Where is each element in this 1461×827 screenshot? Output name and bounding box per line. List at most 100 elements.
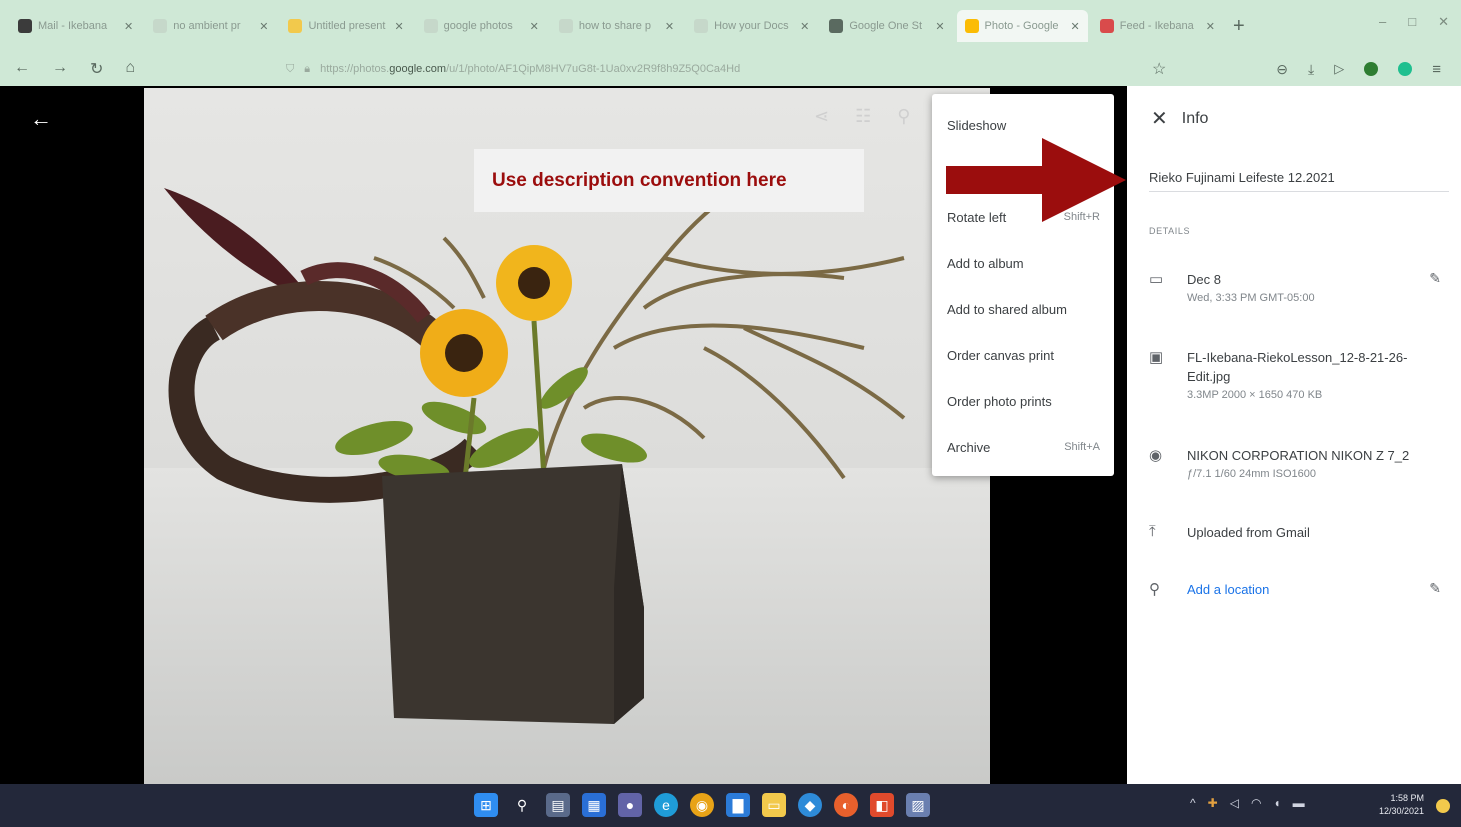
location-row: ⚲ Add a location ✎ [1149,580,1449,599]
widgets-icon[interactable]: ▦ [582,793,606,817]
tab-title: Feed - Ikebana [1119,20,1194,32]
browser-tab[interactable]: no ambient pr ✕ [145,10,276,42]
browser-tab[interactable]: Untitled present ✕ [280,10,411,42]
menu-item-shortcut: Shift+A [1064,441,1100,453]
tab-title: Mail - Ikebana [38,20,108,32]
clock-date: 12/30/2021 [1378,806,1424,816]
minimize-button[interactable]: – [1379,14,1386,30]
address-bar[interactable]: ⛉ 🔒︎ https://photos.google.com/u/1/photo… [286,63,1152,76]
description-field[interactable]: Rieko Fujinami Leifeste 12.2021 [1149,170,1449,192]
menu-item-label: Archive [947,439,991,455]
info-panel: ✕ Info Rieko Fujinami Leifeste 12.2021 D… [1127,86,1461,784]
browser-tab[interactable]: google photos ✕ [416,10,547,42]
browser-tab[interactable]: Mail - Ikebana ✕ [10,10,141,42]
tab-favicon-icon [694,19,709,33]
menu-item[interactable]: Order photo prints [932,378,1114,424]
system-tray: ^ ✚ ◁ ◠ ◖ ▬ [1190,796,1305,810]
details-heading: DETAILS [1149,226,1191,236]
reload-icon[interactable]: ↻ [90,59,103,79]
browser-tab[interactable]: Photo - Google ✕ [956,10,1088,42]
search-icon[interactable]: ⚲ [510,793,534,817]
tab-close-icon[interactable]: ✕ [935,20,944,33]
menu-item[interactable]: Archive Shift+A [932,424,1114,470]
maximize-button[interactable]: □ [1408,14,1416,30]
upload-icon: ⤒ [1149,523,1156,540]
back-icon[interactable]: ← [14,59,30,79]
close-icon[interactable]: ✕ [1151,106,1168,131]
green-extension-icon[interactable] [1364,62,1379,76]
teal-extension-icon[interactable] [1398,62,1413,76]
tab-title: how to share p [578,20,652,32]
menu-item[interactable]: Add to album [932,240,1114,286]
office-icon[interactable]: ◧ [870,793,894,817]
tab-close-icon[interactable]: ✕ [1206,20,1215,33]
menu-item[interactable]: Order canvas print [932,332,1114,378]
browser-tab[interactable]: Feed - Ikebana ✕ [1092,10,1223,42]
adjust-icon[interactable]: ☷ [855,106,871,127]
battery-icon[interactable]: ▬ [1293,796,1305,810]
back-arrow-icon[interactable]: ← [30,106,52,132]
show-hidden-icon[interactable]: ^ [1190,796,1196,810]
firefox-icon[interactable]: ◐ [834,793,858,817]
edit-date-icon[interactable]: ✎ [1429,270,1441,287]
clock-time: 1:58 PM [1390,793,1424,803]
tab-close-icon[interactable]: ✕ [124,20,133,33]
menu-item-label: Add to album [947,255,1024,271]
file-explorer-icon[interactable]: ▭ [762,793,786,817]
close-window-button[interactable]: ✕ [1438,14,1449,30]
start-icon[interactable]: ⊞ [474,793,498,817]
camera-model: NIKON CORPORATION NIKON Z 7_2 [1187,448,1410,463]
tab-close-icon[interactable]: ✕ [259,20,268,33]
file-name: FL-Ikebana-RiekoLesson_12-8-21-26-Edit.j… [1187,350,1408,384]
windows-taskbar: ⊞ ⚲ ▤ ▦ ● e ◉ ▇ ▭ ◆ ◐ ◧ ▨ ^ ✚ ◁ ◠ ◖ ▬ 1:… [0,784,1461,827]
menu-item-label: Slideshow [947,117,1007,133]
tab-title: Photo - Google [984,20,1059,32]
url-host: google.com [389,63,447,75]
tab-favicon-icon [1099,19,1114,33]
pocket-icon[interactable]: ⊖ [1276,61,1288,78]
url-prefix: https://photos. [320,63,390,75]
chrome-icon[interactable]: ◉ [690,793,714,817]
browser-tab[interactable]: how to share p ✕ [551,10,682,42]
menu-icon[interactable]: ≡ [1432,61,1441,78]
edge-icon[interactable]: e [654,793,678,817]
tab-close-icon[interactable]: ✕ [394,20,403,33]
edit-location-icon[interactable]: ✎ [1429,580,1441,597]
tab-close-icon[interactable]: ✕ [530,20,539,33]
tab-close-icon[interactable]: ✕ [1071,20,1080,33]
download-icon[interactable]: ⤓ [1308,61,1314,78]
new-tab-button[interactable]: + [1233,15,1245,38]
add-location-link[interactable]: Add a location [1187,580,1449,599]
notification-icon[interactable] [1436,799,1450,813]
play-extension-icon[interactable]: ▷ [1334,61,1344,77]
volume-icon[interactable]: ◖ [1273,796,1280,810]
tab-favicon-icon [153,19,168,33]
home-icon[interactable]: ⌂ [125,59,135,79]
info-header: ✕ Info [1151,106,1208,131]
share-icon[interactable]: ⋖ [814,106,829,127]
send-icon[interactable]: ◁ [1230,796,1239,810]
bookmark-star-icon[interactable]: ☆ [1152,59,1166,79]
tab-close-icon[interactable]: ✕ [665,20,674,33]
browser-tab[interactable]: How your Docs ✕ [686,10,817,42]
photos-app-icon[interactable]: ▨ [906,793,930,817]
browser-tab[interactable]: Google One St ✕ [821,10,952,42]
url-path: /u/1/photo/AF1QipM8HV7uG8t-1Ua0xv2R9f8h9… [446,63,741,75]
aperture-icon: ◉ [1149,447,1163,464]
tab-favicon-icon [423,19,438,33]
forward-icon[interactable]: → [52,59,68,79]
tab-close-icon[interactable]: ✕ [800,20,809,33]
wifi-icon[interactable]: ◠ [1251,796,1261,810]
calendar-icon: ▭ [1149,271,1164,288]
viewer-toolbar: ⋖ ☷ ⚲ [814,106,910,127]
date-row: ▭ Dec 8 Wed, 3:33 PM GMT-05:00 ✎ [1149,270,1449,308]
store-icon[interactable]: ▇ [726,793,750,817]
maps-icon[interactable]: ◆ [798,793,822,817]
menu-item[interactable]: Add to shared album [932,286,1114,332]
teams-icon[interactable]: ● [618,793,642,817]
tray-app-icon[interactable]: ✚ [1208,796,1218,810]
lock-icon: 🔒︎ [304,62,311,75]
task-view-icon[interactable]: ▤ [546,793,570,817]
zoom-icon[interactable]: ⚲ [897,106,910,127]
taskbar-clock[interactable]: 1:58 PM 12/30/2021 [1366,792,1424,818]
